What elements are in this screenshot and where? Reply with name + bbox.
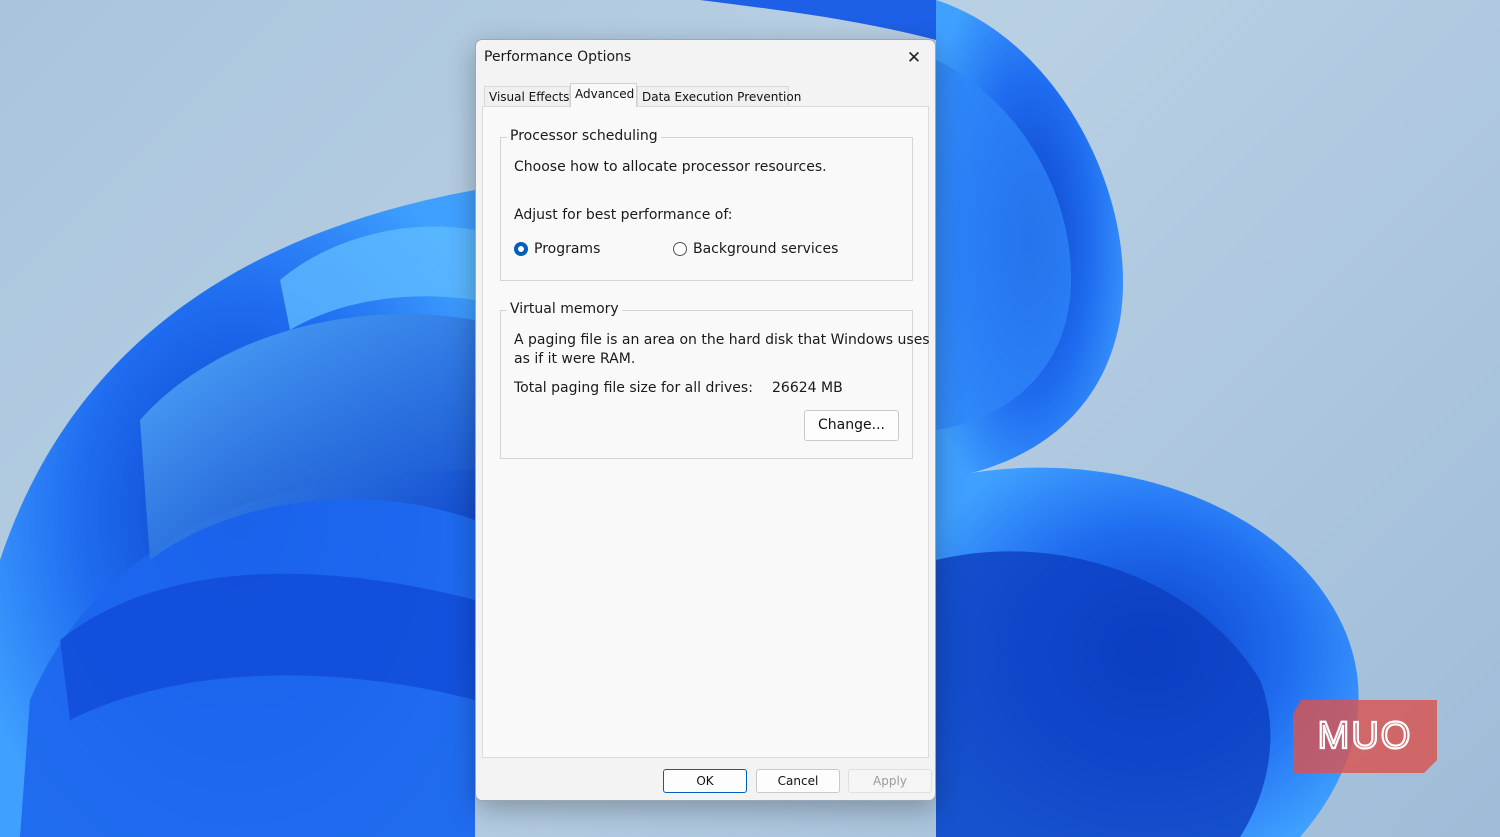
processor-scheduling-legend: Processor scheduling	[507, 128, 661, 144]
radio-background-services[interactable]: Background services	[673, 240, 873, 260]
dialog-title: Performance Options	[484, 49, 632, 65]
ok-button[interactable]: OK	[663, 769, 747, 793]
radio-background-services-label: Background services	[693, 241, 839, 257]
total-paging-value: 26624 MB	[772, 380, 843, 396]
tab-advanced[interactable]: Advanced	[570, 83, 637, 107]
tab-visual-effects[interactable]: Visual Effects	[484, 86, 570, 106]
cancel-button[interactable]: Cancel	[756, 769, 840, 793]
total-paging-label: Total paging file size for all drives:	[514, 380, 753, 396]
radio-unselected-indicator	[673, 242, 687, 256]
advanced-tab-panel: Processor scheduling Choose how to alloc…	[482, 106, 930, 758]
radio-programs-label: Programs	[534, 241, 601, 257]
virtual-memory-legend: Virtual memory	[507, 301, 622, 317]
change-button[interactable]: Change...	[804, 410, 899, 441]
radio-programs[interactable]: Programs	[514, 240, 664, 260]
virtual-memory-group: Virtual memory A paging file is an area …	[500, 301, 930, 459]
processor-description: Choose how to allocate processor resourc…	[514, 159, 827, 175]
adjust-label: Adjust for best performance of:	[514, 207, 733, 223]
svg-text:MUO: MUO	[1318, 715, 1413, 757]
tab-data-execution-prevention[interactable]: Data Execution Prevention	[637, 86, 801, 106]
virtual-memory-description-line2: as if it were RAM.	[514, 351, 636, 367]
processor-scheduling-group: Processor scheduling Choose how to alloc…	[500, 128, 913, 281]
close-icon: ✕	[906, 48, 922, 68]
performance-options-dialog: Performance Options ✕ Visual Effects Adv…	[475, 39, 936, 801]
close-button[interactable]: ✕	[901, 46, 927, 70]
bloom-left	[0, 190, 475, 837]
muo-watermark-logo: MUO	[1293, 700, 1437, 773]
apply-button[interactable]: Apply	[848, 769, 932, 793]
virtual-memory-description-line1: A paging file is an area on the hard dis…	[514, 332, 930, 348]
radio-selected-indicator	[514, 242, 528, 256]
